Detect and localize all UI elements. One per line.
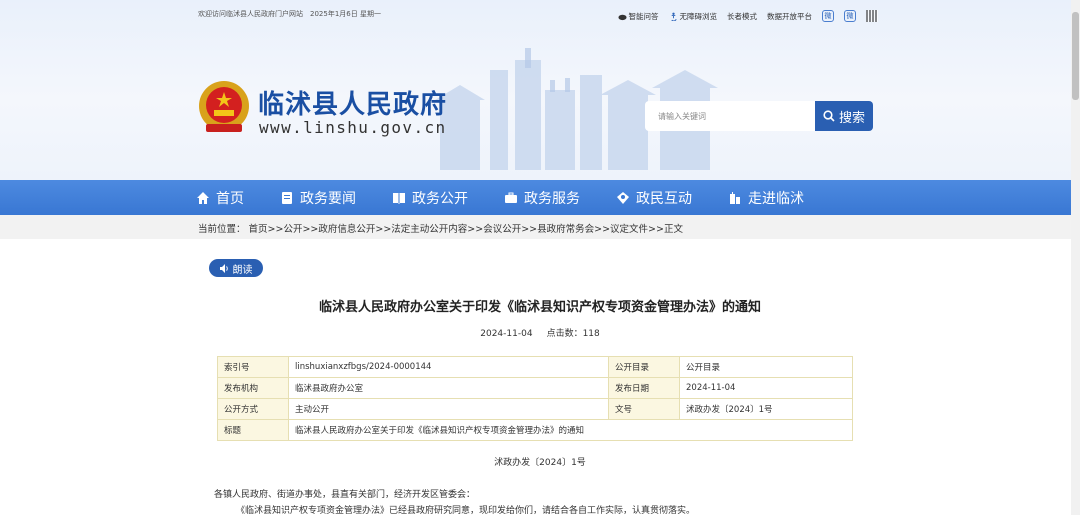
document-number: 沭政办发〔2024〕1号: [494, 458, 586, 468]
article-paragraph: 各镇人民政府、街道办事处，县直有关部门，经济开发区管委会：: [214, 490, 476, 500]
current-date: 2025年1月6日 星期一: [310, 10, 381, 18]
breadcrumb[interactable]: 当前位置： 首页>>公开>>政府信息公开>>法定主动公开内容>>会议公开>>县政…: [198, 221, 683, 235]
pubdate-value: 2024-11-04: [679, 377, 853, 399]
mode-value: 主动公开: [288, 398, 609, 420]
table-row: 索引号 linshuxianxzfbgs/2024-0000144 公开目录 公…: [217, 356, 853, 378]
welcome-text: 欢迎访问临沭县人民政府门户网站: [198, 10, 303, 18]
breadcrumb-bar: 当前位置： 首页>>公开>>政府信息公开>>法定主动公开内容>>会议公开>>县政…: [0, 215, 1080, 239]
table-row: 公开方式 主动公开 文号 沭政办发〔2024〕1号: [217, 398, 853, 420]
nav-item-label: 政务服务: [524, 190, 580, 207]
index-value: linshuxianxzfbgs/2024-0000144: [288, 356, 609, 378]
smart-qa-label: 智能问答: [628, 11, 659, 21]
nav-item-services[interactable]: 政务服务: [504, 180, 616, 215]
accessibility-label: 无障碍浏览: [679, 11, 718, 21]
search-input[interactable]: 请输入关键词: [645, 101, 817, 131]
docno-label: 文号: [608, 398, 680, 420]
handshake-icon: [617, 191, 629, 204]
article-paragraph: 《临沭县知识产权专项资金管理办法》已经县政府研究同意，现印发给你们，请结合各自工…: [236, 506, 696, 515]
subject-label: 标题: [217, 419, 289, 441]
index-label: 索引号: [217, 356, 289, 378]
scrollbar-thumb[interactable]: [1072, 12, 1079, 100]
accessibility-icon: [670, 12, 677, 21]
article-date: 2024-11-04: [480, 329, 533, 339]
nav-item-open-gov[interactable]: 政务公开: [392, 180, 504, 215]
wechat-icon[interactable]: 微: [822, 10, 834, 22]
main-nav: 首页 政务要闻 政务公开 政务服务 政民互动 走进临沭: [0, 180, 1080, 215]
mode-label: 公开方式: [217, 398, 289, 420]
elder-mode-link[interactable]: 长者模式: [727, 11, 757, 22]
national-emblem-icon: [199, 81, 249, 132]
nav-item-about[interactable]: 走进临沭: [728, 180, 840, 215]
nav-item-interaction[interactable]: 政民互动: [616, 180, 728, 215]
nav-item-home[interactable]: 首页: [196, 180, 280, 215]
site-name: 临沭县人民政府: [258, 90, 448, 120]
nav-item-label: 政务公开: [412, 190, 468, 207]
qr-code-icon[interactable]: [866, 10, 878, 22]
building-icon: [730, 191, 740, 204]
page-scrollbar[interactable]: [1071, 0, 1080, 515]
nav-item-label: 政民互动: [636, 190, 692, 207]
subject-value: 临沭县人民政府办公室关于印发《临沭县知识产权专项资金管理办法》的通知: [288, 419, 853, 441]
briefcase-icon: [505, 192, 517, 203]
read-aloud-button[interactable]: 朗读: [209, 259, 263, 277]
catalog-value: 公开目录: [679, 356, 853, 378]
table-row: 发布机构 临沭县政府办公室 发布日期 2024-11-04: [217, 377, 853, 399]
open-data-link[interactable]: 数据开放平台: [767, 11, 812, 22]
top-utility-bar: 欢迎访问临沭县人民政府门户网站 2025年1月6日 星期一 智能问答 无障碍浏览…: [198, 6, 878, 26]
article-title: 临沭县人民政府办公室关于印发《临沭县知识产权专项资金管理办法》的通知: [318, 300, 761, 315]
table-row: 标题 临沭县人民政府办公室关于印发《临沭县知识产权专项资金管理办法》的通知: [217, 419, 853, 441]
site-url: www.linshu.gov.cn: [259, 118, 447, 137]
search-button[interactable]: 搜索: [815, 101, 873, 131]
nav-item-label: 政务要闻: [300, 190, 356, 207]
smart-qa-link[interactable]: 智能问答: [617, 11, 659, 22]
read-aloud-label: 朗读: [232, 264, 253, 276]
search-button-label: 搜索: [838, 110, 865, 126]
article-meta: 2024-11-04 点击数：118: [0, 326, 1080, 339]
catalog-label: 公开目录: [608, 356, 680, 378]
publisher-label: 发布机构: [217, 377, 289, 399]
home-icon: [197, 191, 209, 204]
accessibility-link[interactable]: 无障碍浏览: [669, 11, 718, 22]
document-info-table: 索引号 linshuxianxzfbgs/2024-0000144 公开目录 公…: [217, 356, 853, 441]
weibo-icon[interactable]: 微: [844, 10, 856, 22]
site-header: 欢迎访问临沭县人民政府门户网站 2025年1月6日 星期一 智能问答 无障碍浏览…: [0, 0, 1080, 180]
nav-item-label: 首页: [216, 190, 244, 207]
docno-value: 沭政办发〔2024〕1号: [679, 398, 853, 420]
pubdate-label: 发布日期: [608, 377, 680, 399]
robot-icon: [617, 14, 627, 20]
top-links: 智能问答 无障碍浏览 长者模式 数据开放平台 微 微: [617, 6, 878, 26]
speaker-icon: [219, 263, 228, 273]
publisher-value: 临沭县政府办公室: [288, 377, 609, 399]
search-icon: [823, 110, 835, 122]
article-clicks: 点击数：118: [546, 329, 600, 339]
nav-item-news[interactable]: 政务要闻: [280, 180, 392, 215]
book-icon: [393, 192, 405, 204]
nav-item-label: 走进临沭: [748, 190, 804, 207]
document-icon: [282, 191, 292, 204]
